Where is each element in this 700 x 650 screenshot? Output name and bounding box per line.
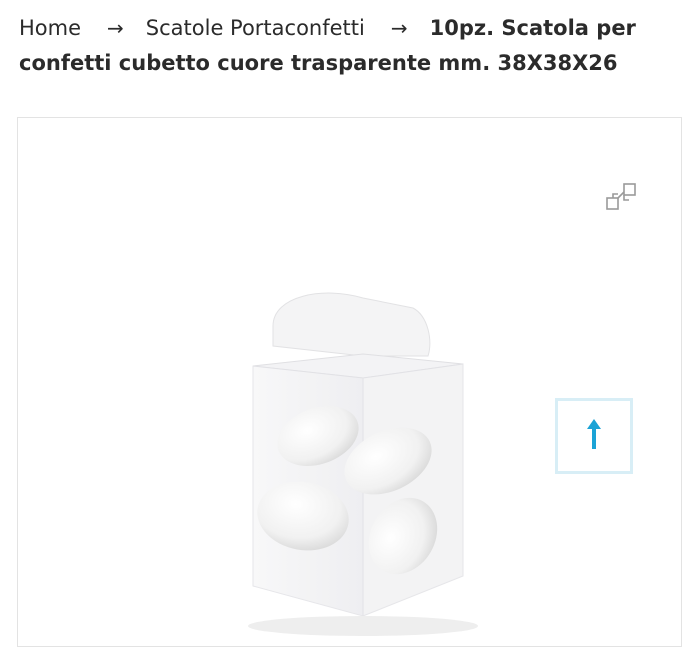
scroll-to-top-button[interactable] — [555, 398, 633, 474]
expand-icon[interactable] — [604, 180, 640, 216]
breadcrumb-separator-arrow: → — [107, 16, 124, 40]
breadcrumb-separator-arrow: → — [390, 16, 408, 40]
product-image-gallery — [17, 117, 682, 647]
breadcrumb-home-link[interactable]: Home — [19, 16, 81, 40]
breadcrumb: Home → Scatole Portaconfetti → 10pz. Scatola… — [19, 11, 679, 81]
breadcrumb-category-link[interactable]: Scatole Portaconfetti — [146, 16, 365, 40]
arrow-up-icon — [585, 417, 603, 455]
product-image[interactable] — [213, 286, 498, 646]
